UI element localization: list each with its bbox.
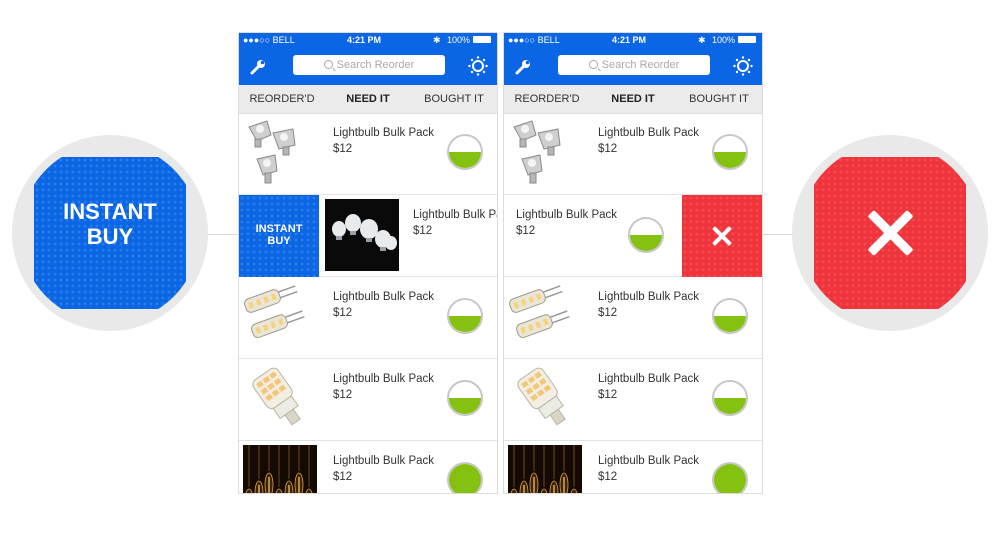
product-title: Lightbulb Bulk Pack [333, 373, 435, 385]
product-price: $12 [333, 389, 353, 401]
stock-gauge [712, 380, 748, 416]
product-price: $12 [598, 471, 618, 483]
wrench-icon[interactable] [514, 58, 532, 76]
stock-gauge [712, 134, 748, 170]
tab-bar: REORDER'D NEED IT BOUGHT IT [504, 85, 762, 114]
search-placeholder: Search Reorder [601, 59, 680, 71]
list-item[interactable]: Lightbulb Bulk Pack $12 [504, 277, 762, 359]
tab-bar: REORDER'D NEED IT BOUGHT IT [239, 85, 497, 114]
instant-buy-zoom-label: INSTANT BUY [63, 199, 157, 249]
list-item[interactable]: Lightbulb Bulk Pack $12 [504, 441, 762, 493]
instant-buy-button[interactable]: INSTANT BUY [239, 195, 319, 277]
product-price: $12 [333, 307, 353, 319]
instant-buy-zoom: INSTANT BUY [12, 135, 208, 331]
clock-label: 4:21 PM [347, 35, 382, 45]
list-item[interactable]: Lightbulb Bulk Pack $12 [239, 441, 497, 493]
tab-2[interactable]: BOUGHT IT [411, 85, 497, 113]
settings-icon[interactable] [468, 56, 488, 76]
list-item[interactable]: Lightbulb Bulk Pack $12 [504, 359, 762, 441]
battery-icon [738, 36, 756, 43]
product-title: Lightbulb Bulk Pack [598, 373, 700, 385]
bluetooth-icon: ✱ [433, 35, 441, 45]
product-image [243, 281, 317, 353]
search-input[interactable]: Search Reorder [558, 55, 710, 75]
phone-right: ●●●○○ BELL 4:21 PM ✱ 100% Search Reorder REOR… [503, 32, 763, 494]
product-title: Lightbulb Bulk Pack [598, 127, 700, 139]
product-price: $12 [516, 225, 536, 237]
product-title: Lightbulb Bulk Pack [598, 455, 700, 467]
stock-gauge [447, 134, 483, 170]
product-image [243, 363, 317, 435]
search-icon [588, 60, 598, 69]
list-item[interactable]: INSTANTBUY Lightbulb Bulk Pack $12 [239, 195, 497, 277]
product-title: Lightbulb Bulk Pack [598, 291, 700, 303]
bluetooth-icon: ✱ [698, 35, 706, 45]
status-bar: ●●●○○ BELL 4:21 PM ✱ 100% [239, 33, 497, 47]
tab-1[interactable]: NEED IT [590, 85, 676, 113]
product-title: Lightbulb Bulk Pack [333, 127, 435, 139]
product-price: $12 [598, 307, 618, 319]
nav-bar: Search Reorder [504, 47, 762, 85]
tab-2[interactable]: BOUGHT IT [676, 85, 762, 113]
product-title: Lightbulb Bulk Pack [333, 291, 435, 303]
delete-zoom [792, 135, 988, 331]
product-price: $12 [413, 225, 433, 237]
product-price: $12 [333, 143, 353, 155]
stock-gauge [447, 380, 483, 416]
tab-0[interactable]: REORDER'D [239, 85, 325, 113]
product-image [508, 363, 582, 435]
product-image [325, 199, 399, 271]
phone-left: ●●●○○ BELL 4:21 PM ✱ 100% Search Reorder REOR… [238, 32, 498, 494]
list-item[interactable]: Lightbulb Bulk Pack $12 [504, 113, 762, 195]
carrier-label: ●●●○○ BELL [243, 35, 295, 45]
product-title: Lightbulb Bulk Pack [333, 455, 435, 467]
connector-left [208, 234, 238, 235]
battery-label: 100% [712, 35, 736, 45]
product-image [243, 117, 317, 189]
status-bar: ●●●○○ BELL 4:21 PM ✱ 100% [504, 33, 762, 47]
settings-icon[interactable] [733, 56, 753, 76]
tab-0[interactable]: REORDER'D [504, 85, 590, 113]
delete-button[interactable] [682, 195, 762, 277]
battery-label: 100% [447, 35, 471, 45]
close-icon [713, 227, 731, 245]
connector-right [763, 234, 793, 235]
search-placeholder: Search Reorder [336, 59, 415, 71]
product-title: Lightbulb Bulk Pack [413, 209, 497, 221]
product-image [243, 445, 317, 493]
search-input[interactable]: Search Reorder [293, 55, 445, 75]
product-image [508, 281, 582, 353]
stock-gauge [447, 298, 483, 334]
stock-gauge [712, 462, 748, 493]
close-icon [868, 211, 912, 255]
wrench-icon[interactable] [249, 58, 267, 76]
stock-gauge [712, 298, 748, 334]
product-price: $12 [333, 471, 353, 483]
stock-gauge [628, 217, 664, 253]
stock-gauge [447, 462, 483, 493]
carrier-label: ●●●○○ BELL [508, 35, 560, 45]
nav-bar: Search Reorder [239, 47, 497, 85]
product-price: $12 [598, 389, 618, 401]
product-image [508, 117, 582, 189]
list-item[interactable]: Lightbulb Bulk Pack $12 [239, 113, 497, 195]
list-item[interactable]: Lightbulb Bulk Pack $12 [239, 277, 497, 359]
tab-1[interactable]: NEED IT [325, 85, 411, 113]
list-item[interactable]: Lightbulb Bulk Pack $12 [504, 195, 762, 277]
battery-icon [473, 36, 491, 43]
clock-label: 4:21 PM [612, 35, 647, 45]
product-title: Lightbulb Bulk Pack [516, 209, 618, 221]
product-image [508, 445, 582, 493]
search-icon [323, 60, 333, 69]
product-price: $12 [598, 143, 618, 155]
list-item[interactable]: Lightbulb Bulk Pack $12 [239, 359, 497, 441]
